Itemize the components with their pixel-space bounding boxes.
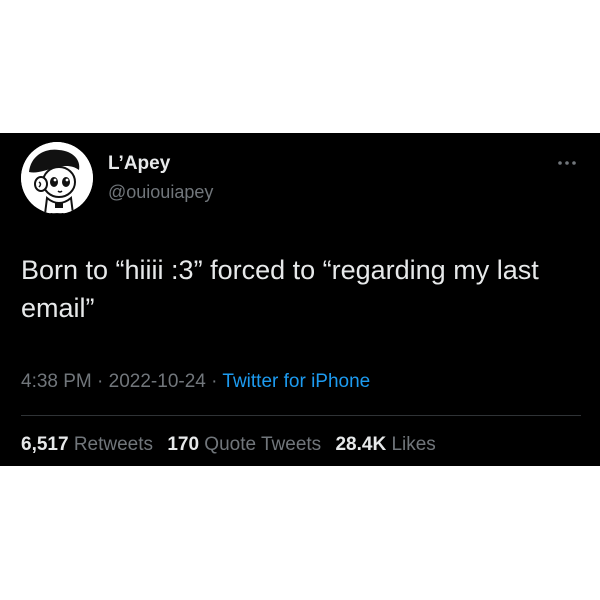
likes-count: 28.4K (335, 434, 387, 455)
tweet-stats: 6,517 Retweets 170 Quote Tweets 28.4K Li… (21, 434, 445, 456)
ellipsis-icon[interactable] (556, 155, 578, 165)
quote-tweets-stat[interactable]: 170 Quote Tweets (167, 434, 321, 455)
quote-tweets-label: Quote Tweets (204, 434, 322, 455)
meta-separator: · (91, 371, 109, 392)
quote-tweets-count: 170 (167, 434, 200, 455)
divider (21, 415, 581, 416)
likes-label: Likes (391, 434, 436, 455)
retweets-count: 6,517 (21, 434, 69, 455)
tweet-time: 4:38 PM (21, 371, 92, 392)
avatar[interactable] (21, 142, 93, 214)
retweets-stat[interactable]: 6,517 Retweets (21, 434, 153, 455)
user-handle[interactable]: @ouiouiapey (108, 182, 213, 203)
page: L’Apey @ouiouiapey Born to “hiiii :3” fo… (0, 0, 600, 600)
tweet-date[interactable]: 2022-10-24 (109, 371, 206, 392)
tweet-source-link[interactable]: Twitter for iPhone (222, 371, 370, 392)
display-name[interactable]: L’Apey (108, 153, 170, 175)
meta-separator: · (205, 371, 223, 392)
tweet-card: L’Apey @ouiouiapey Born to “hiiii :3” fo… (0, 133, 600, 466)
retweets-label: Retweets (73, 434, 154, 455)
tweet-text: Born to “hiiii :3” forced to “regarding … (21, 255, 539, 323)
tweet-meta: 4:38 PM · 2022-10-24 · Twitter for iPhon… (21, 371, 370, 393)
likes-stat[interactable]: 28.4K Likes (335, 434, 435, 455)
